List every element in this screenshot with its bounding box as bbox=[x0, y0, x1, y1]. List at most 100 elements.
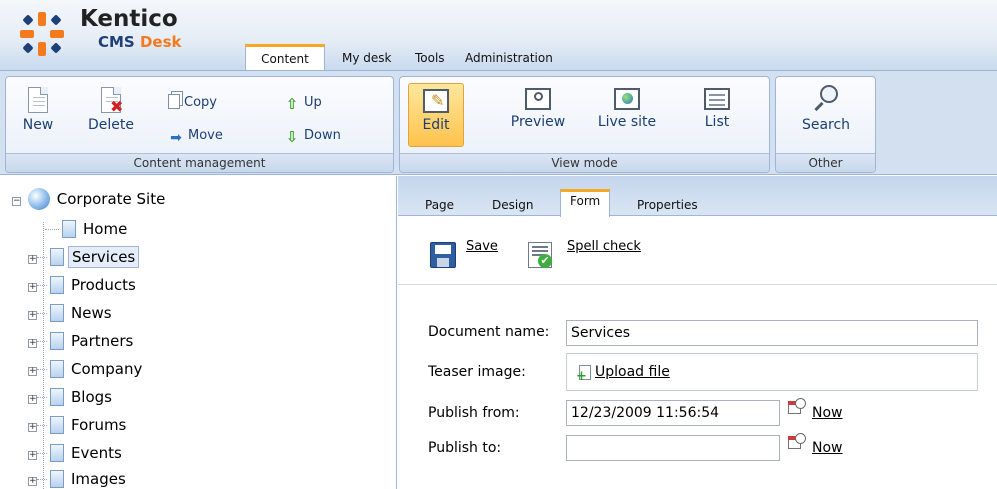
tree-branch bbox=[37, 425, 47, 426]
tree-item-home[interactable]: Home bbox=[42, 218, 130, 240]
spell-check-button[interactable]: Spell check bbox=[567, 239, 641, 254]
save-icon[interactable] bbox=[430, 242, 456, 268]
tree-branch bbox=[37, 257, 47, 258]
tab-my-desk[interactable]: My desk bbox=[332, 44, 401, 70]
tab-administration[interactable]: Administration bbox=[455, 44, 563, 70]
teaser-image-upload-box: + Upload file bbox=[566, 353, 978, 391]
delete-page-icon: ✖ bbox=[101, 87, 123, 115]
search-button[interactable]: Search bbox=[791, 85, 861, 145]
live-site-globe-icon bbox=[614, 88, 640, 110]
expand-icon[interactable]: + bbox=[28, 423, 37, 432]
tab-tools[interactable]: Tools bbox=[405, 44, 455, 70]
tree-item-label: Partners bbox=[71, 332, 134, 350]
tree-item-partners[interactable]: + Partners bbox=[28, 330, 136, 352]
tree-item-label: Blogs bbox=[71, 388, 112, 406]
arrow-down-icon: ⇩ bbox=[285, 128, 299, 146]
ribbon-toolbar: New ✖ Delete Copy ➡ Move ⇧ Up ⇩ Down Conten… bbox=[0, 70, 997, 175]
list-button[interactable]: List bbox=[688, 88, 746, 146]
tree-item-images[interactable]: + Images bbox=[28, 468, 129, 489]
expand-icon[interactable]: + bbox=[28, 395, 37, 404]
tree-branch bbox=[37, 369, 47, 370]
preview-label: Preview bbox=[510, 114, 566, 130]
copy-label: Copy bbox=[184, 95, 217, 110]
edit-button[interactable]: ✎ Edit bbox=[408, 83, 464, 147]
expand-icon[interactable]: + bbox=[28, 451, 37, 460]
tree-item-label: Products bbox=[71, 276, 136, 294]
tree-branch bbox=[37, 341, 47, 342]
tree-item-events[interactable]: + Events bbox=[28, 442, 125, 464]
upload-file-link[interactable]: Upload file bbox=[595, 364, 670, 380]
document-name-field[interactable] bbox=[566, 320, 978, 346]
publish-from-now-link[interactable]: Now bbox=[812, 405, 843, 421]
list-icon bbox=[704, 88, 730, 110]
tab-form[interactable]: Form bbox=[560, 189, 611, 217]
calendar-clock-icon[interactable] bbox=[788, 433, 808, 451]
down-button[interactable]: ⇩ Down bbox=[284, 126, 341, 146]
other-label: Other bbox=[776, 153, 875, 172]
tab-content[interactable]: Content bbox=[245, 44, 325, 71]
tree-item-blogs[interactable]: + Blogs bbox=[28, 386, 115, 408]
delete-button[interactable]: ✖ Delete bbox=[81, 87, 141, 145]
content-tree: − Corporate Site Home + Services + Product… bbox=[0, 176, 397, 489]
live-site-button[interactable]: Live site bbox=[587, 88, 667, 146]
tree-item-services[interactable]: + Services bbox=[28, 246, 140, 268]
publish-from-field[interactable] bbox=[566, 400, 780, 426]
new-label: New bbox=[22, 117, 54, 133]
expand-icon[interactable]: + bbox=[28, 255, 37, 264]
content-editor: Page Design Form Properties Save ✔ Spell… bbox=[398, 176, 997, 489]
arrow-up-icon: ⇧ bbox=[285, 95, 299, 113]
list-label: List bbox=[704, 114, 730, 130]
live-site-label: Live site bbox=[597, 114, 657, 130]
tree-root[interactable]: − Corporate Site bbox=[12, 188, 168, 210]
tree-branch bbox=[37, 397, 47, 398]
search-icon bbox=[812, 85, 840, 113]
edit-icon: ✎ bbox=[423, 89, 449, 113]
new-page-icon bbox=[28, 87, 48, 113]
tree-item-label: Services bbox=[68, 246, 140, 268]
move-button[interactable]: ➡ Move bbox=[168, 126, 223, 146]
tab-properties[interactable]: Properties bbox=[628, 194, 707, 216]
collapse-icon[interactable]: − bbox=[12, 197, 21, 206]
expand-icon[interactable]: + bbox=[28, 311, 37, 320]
preview-button[interactable]: Preview bbox=[500, 88, 576, 146]
tree-item-label: Images bbox=[71, 470, 126, 488]
tree-item-news[interactable]: + News bbox=[28, 302, 115, 324]
teaser-image-label: Teaser image: bbox=[428, 364, 526, 380]
upload-file-icon[interactable]: + bbox=[576, 365, 591, 383]
copy-icon bbox=[168, 94, 180, 109]
publish-from-label: Publish from: bbox=[428, 405, 520, 421]
tab-page[interactable]: Page bbox=[416, 194, 463, 216]
tree-branch bbox=[37, 313, 47, 314]
calendar-clock-icon[interactable] bbox=[788, 398, 808, 416]
page-icon bbox=[50, 276, 64, 294]
expand-icon[interactable]: + bbox=[28, 339, 37, 348]
page-icon bbox=[50, 248, 64, 266]
document-name-label: Document name: bbox=[428, 324, 550, 340]
page-icon bbox=[50, 360, 64, 378]
tree-item-products[interactable]: + Products bbox=[28, 274, 139, 296]
logo-subtitle: CMS Desk bbox=[98, 33, 182, 51]
tree-item-label: Company bbox=[71, 360, 143, 378]
move-label: Move bbox=[188, 128, 223, 143]
spell-check-icon[interactable]: ✔ bbox=[528, 242, 552, 268]
move-icon: ➡ bbox=[170, 130, 182, 146]
logo-desk-text: Desk bbox=[139, 33, 182, 51]
up-button[interactable]: ⇧ Up bbox=[284, 93, 322, 113]
expand-icon[interactable]: + bbox=[28, 367, 37, 376]
publish-to-field[interactable] bbox=[566, 435, 780, 461]
page-icon bbox=[50, 304, 64, 322]
tab-design[interactable]: Design bbox=[483, 194, 542, 216]
new-button[interactable]: New bbox=[16, 87, 60, 145]
expand-icon[interactable]: + bbox=[28, 283, 37, 292]
expand-icon[interactable]: + bbox=[28, 477, 37, 486]
copy-button[interactable]: Copy bbox=[168, 93, 217, 113]
save-button[interactable]: Save bbox=[466, 239, 498, 254]
publish-to-now-link[interactable]: Now bbox=[812, 440, 843, 456]
tree-item-forums[interactable]: + Forums bbox=[28, 414, 129, 436]
tree-item-company[interactable]: + Company bbox=[28, 358, 145, 380]
tree-item-label: News bbox=[71, 304, 112, 322]
content-management-group: New ✖ Delete Copy ➡ Move ⇧ Up ⇩ Down Conten… bbox=[5, 76, 394, 173]
globe-icon bbox=[27, 188, 50, 210]
content-management-label: Content management bbox=[6, 153, 393, 172]
view-mode-label: View mode bbox=[400, 153, 769, 172]
